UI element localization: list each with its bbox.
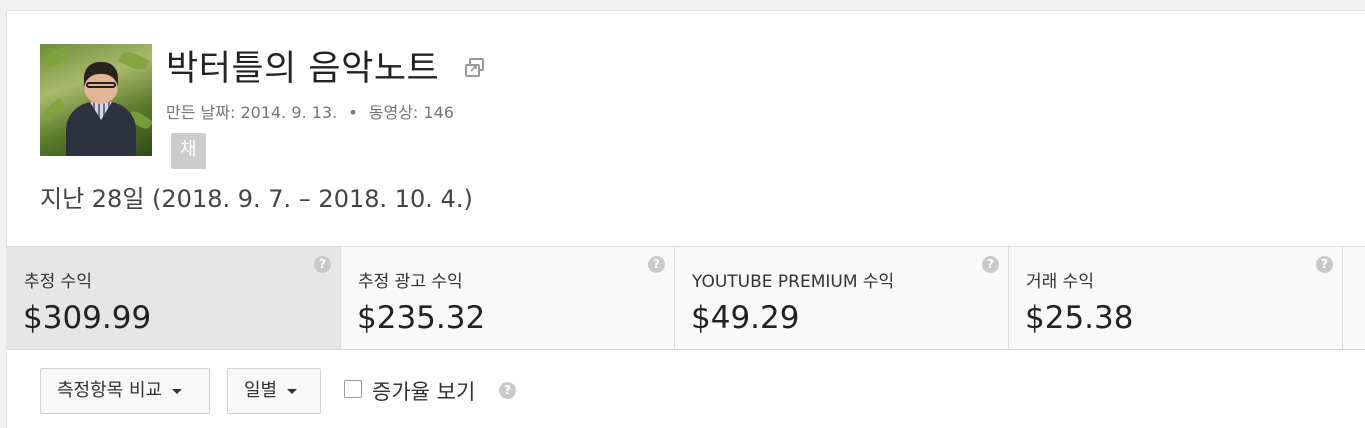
metric-value: $235.32 (357, 300, 486, 336)
created-date: 2014. 9. 13. (240, 103, 338, 122)
interval-dropdown[interactable]: 일별 (227, 368, 321, 414)
help-icon[interactable]: ? (499, 382, 516, 399)
metric-card-overflow (1343, 247, 1365, 349)
help-icon[interactable]: ? (648, 256, 665, 273)
metric-card-transaction-revenue[interactable]: 거래 수익 $25.38 ? (1009, 247, 1343, 349)
channel-avatar[interactable] (40, 44, 152, 156)
videos-count: 146 (423, 103, 454, 122)
date-range: 지난 28일 (2018. 9. 7. – 2018. 10. 4.) (40, 185, 473, 213)
interval-label: 일별 (244, 380, 278, 401)
chevron-down-icon (172, 388, 183, 394)
metric-card-premium-revenue[interactable]: YOUTUBE PREMIUM 수익 $49.29 ? (675, 247, 1009, 349)
top-edge (0, 0, 1365, 10)
metric-label: 추정 광고 수익 (358, 272, 463, 292)
channel-badge: 채널 (171, 133, 206, 194)
metric-card-estimated-revenue[interactable]: 추정 수익 $309.99 ? (7, 247, 341, 349)
metric-label: 거래 수익 (1026, 272, 1094, 292)
growth-rate-label[interactable]: 증가율 보기 (372, 376, 475, 406)
help-icon[interactable]: ? (982, 256, 999, 273)
external-link-icon[interactable] (464, 57, 486, 79)
created-label: 만든 날짜: (166, 103, 236, 122)
help-icon[interactable]: ? (314, 256, 331, 273)
metric-value: $49.29 (691, 300, 800, 336)
leaf-shape (118, 48, 150, 74)
analytics-page: 박터틀의 음악노트 만든 날짜: 2014. 9. 13. • 동영상: 146… (6, 10, 1365, 428)
channel-name: 박터틀의 음악노트 (166, 49, 440, 89)
leaf-shape (40, 97, 68, 123)
chevron-down-icon (287, 388, 298, 394)
channel-meta: 만든 날짜: 2014. 9. 13. • 동영상: 146 (166, 99, 454, 123)
avatar-glasses (86, 82, 116, 88)
metric-cards: 추정 수익 $309.99 ? 추정 광고 수익 $235.32 ? YOUTU… (7, 246, 1365, 350)
growth-rate-checkbox[interactable] (344, 380, 362, 398)
compare-metrics-label: 측정항목 비교 (57, 380, 163, 401)
help-icon[interactable]: ? (1316, 256, 1333, 273)
metric-value: $25.38 (1025, 300, 1134, 336)
videos-label: 동영상: (368, 103, 419, 122)
compare-metrics-dropdown[interactable]: 측정항목 비교 (40, 368, 210, 414)
metric-card-ad-revenue[interactable]: 추정 광고 수익 $235.32 ? (341, 247, 675, 349)
metric-label: 추정 수익 (24, 272, 92, 292)
meta-separator: • (348, 103, 358, 122)
leaf-shape (42, 45, 72, 69)
metric-label: YOUTUBE PREMIUM 수익 (692, 272, 895, 292)
metric-value: $309.99 (23, 300, 152, 336)
